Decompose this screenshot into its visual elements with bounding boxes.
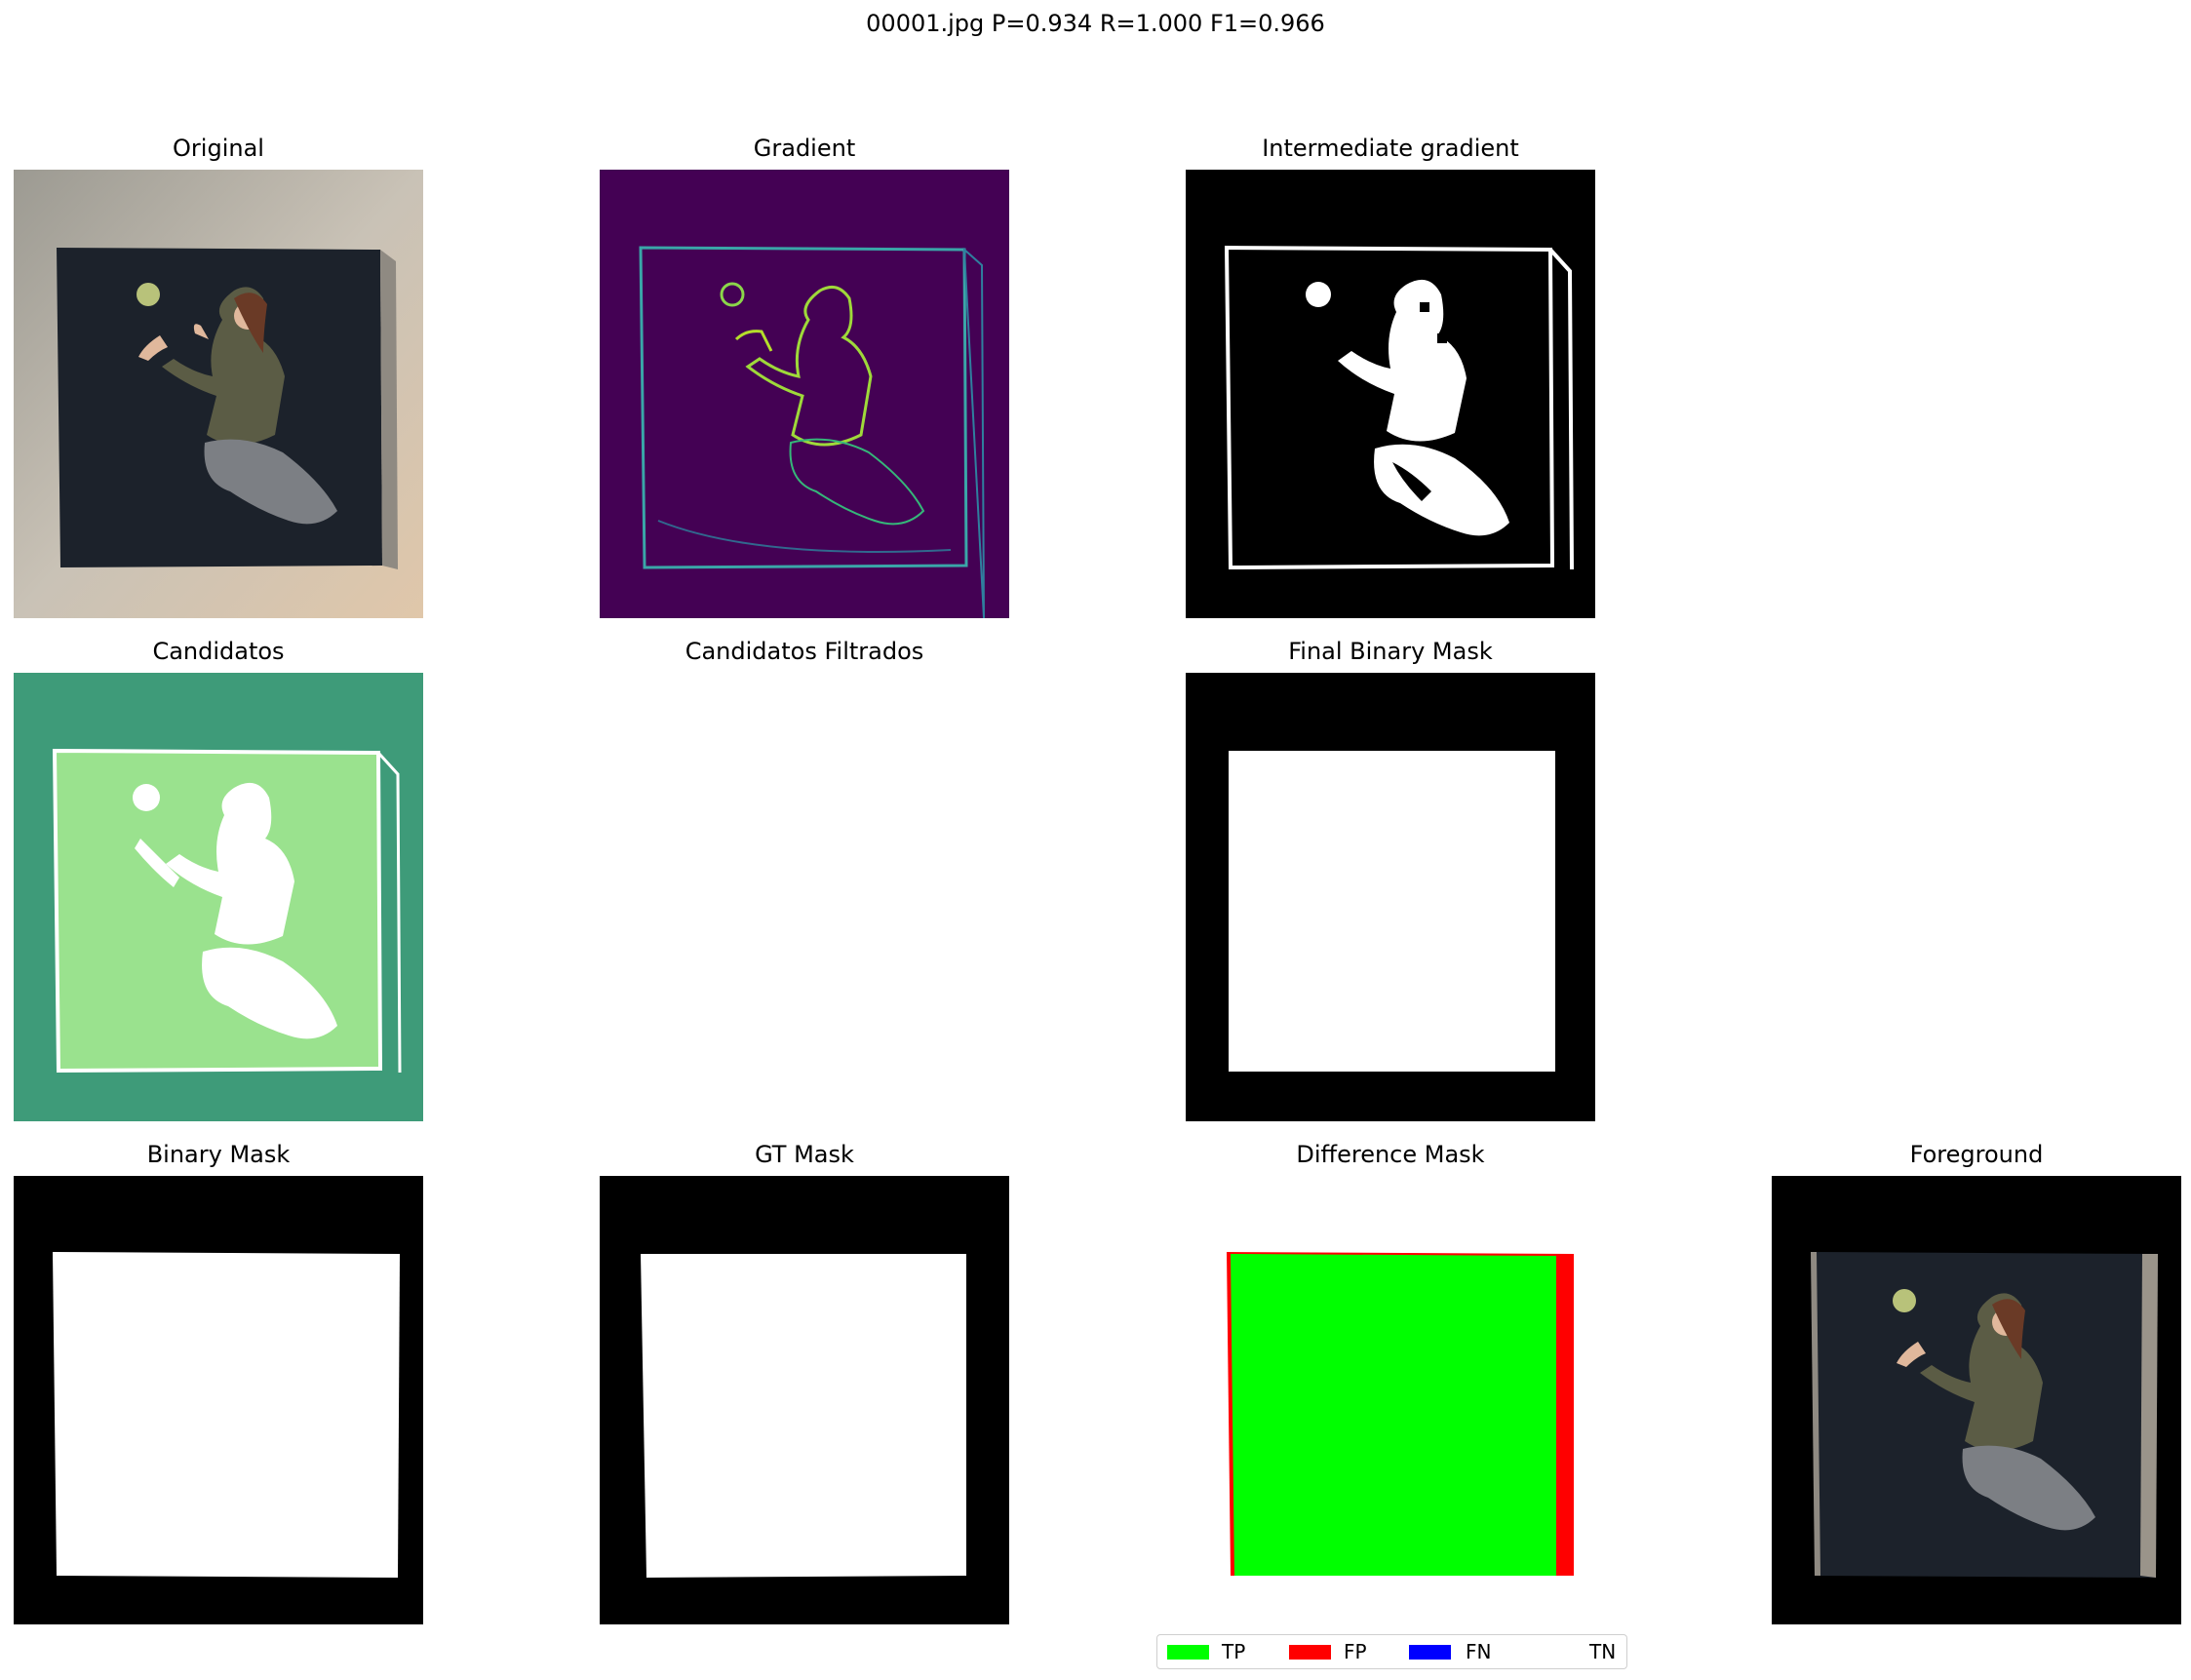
panel-title-candidatos: Candidatos [152,638,285,665]
difference-legend: TP FP FN TN [1156,1634,1627,1669]
gradient-image [600,170,1009,618]
gt-mask-image [600,1176,1009,1624]
legend-label-tn: TN [1589,1640,1617,1663]
panel-title-binary-mask: Binary Mask [146,1141,291,1168]
candidatos-image [14,673,423,1121]
original-image [14,170,423,618]
legend-swatch-fp [1289,1645,1331,1660]
panel-title-candidatos-filtrados: Candidatos Filtrados [685,638,924,665]
binary-mask-image [14,1176,423,1624]
legend-label-fn: FN [1466,1640,1492,1663]
legend-swatch-fn [1409,1645,1451,1660]
panel-title-gt-mask: GT Mask [755,1141,854,1168]
panel-title-foreground: Foreground [1909,1141,2044,1168]
panel-title-final-mask: Final Binary Mask [1288,638,1493,665]
panel-title-original: Original [173,135,264,162]
figure-title: 00001.jpg P=0.934 R=1.000 F1=0.966 [866,10,1325,37]
difference-mask-image [1186,1176,1595,1624]
intermediate-gradient-image [1186,170,1595,618]
final-binary-mask-image [1186,673,1595,1121]
foreground-image [1772,1176,2181,1624]
legend-label-fp: FP [1344,1640,1367,1663]
panel-title-intermediate: Intermediate gradient [1262,135,1519,162]
legend-label-tp: TP [1222,1640,1246,1663]
panel-title-difference-mask: Difference Mask [1296,1141,1485,1168]
panel-title-gradient: Gradient [753,135,856,162]
legend-swatch-tp [1167,1645,1209,1660]
candidatos-filtrados-image [600,673,1009,1121]
